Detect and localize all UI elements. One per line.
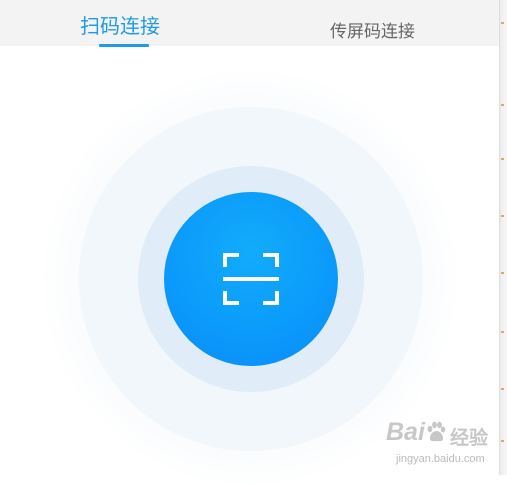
tab-scan-connect[interactable]: 扫码连接	[66, 0, 182, 47]
scan-button[interactable]	[164, 192, 338, 366]
watermark-domain: jingyan.baidu.com	[396, 453, 485, 465]
watermark-logo-cn: 经验	[450, 427, 489, 449]
tab-cast-code-connect[interactable]: 传屏码连接	[318, 0, 440, 46]
tab-bar: 扫码连接 传屏码连接	[0, 0, 499, 47]
tab-scan-connect-label: 扫码连接	[80, 14, 160, 38]
tab-cast-code-connect-label: 传屏码连接	[330, 22, 415, 42]
active-tab-indicator	[99, 44, 149, 47]
paw-icon	[427, 421, 446, 442]
baidu-jingyan-watermark: Bai 经验 jingyan.baidu.com	[384, 415, 500, 473]
window-edge	[499, 0, 507, 475]
watermark-logo-latin: Bai	[386, 418, 425, 446]
app-window: 扫码连接 传屏码连接	[0, 0, 499, 485]
scan-icon	[223, 253, 279, 305]
